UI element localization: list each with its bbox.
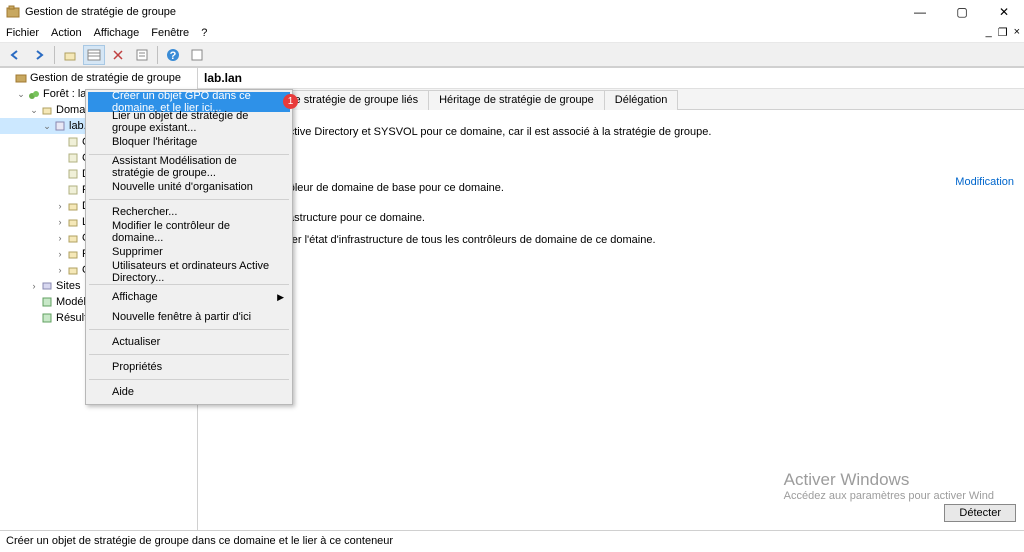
tab-delegation[interactable]: Délégation — [604, 90, 679, 110]
mdi-close[interactable]: × — [1014, 26, 1020, 39]
tab-strip: État Objets de stratégie de groupe liés … — [198, 89, 1024, 110]
menu-separator — [89, 284, 289, 285]
submenu-arrow-icon: ▶ — [277, 292, 284, 303]
tab-heritage[interactable]: Héritage de stratégie de groupe — [428, 90, 605, 110]
maximize-button[interactable]: ▢ — [948, 5, 976, 19]
context-menu-item[interactable]: Supprimer — [88, 242, 290, 262]
content-panel: lab.lan État Objets de stratégie de grou… — [198, 68, 1024, 530]
app-icon — [6, 5, 20, 19]
menu-action[interactable]: Action — [51, 27, 82, 39]
menu-separator — [89, 329, 289, 330]
context-menu-item[interactable]: Créer un objet GPO dans ce domaine, et l… — [88, 92, 290, 112]
menu-separator — [89, 379, 289, 380]
toolbar: ? — [0, 42, 1024, 67]
menu-affichage[interactable]: Affichage — [94, 27, 140, 39]
info-text: ecter pour collecter l'état d'infrastruc… — [208, 232, 1014, 248]
minimize-button[interactable]: — — [906, 5, 934, 19]
up-button[interactable] — [59, 45, 81, 65]
context-menu-item[interactable]: Propriétés — [88, 357, 290, 377]
mdi-restore[interactable]: ❐ — [998, 26, 1008, 39]
context-menu-item[interactable]: Nouvelle fenêtre à partir d'ici — [88, 307, 290, 327]
context-menu: Créer un objet GPO dans ce domaine, et l… — [85, 89, 293, 405]
context-menu-item[interactable]: Nouvelle unité d'organisation — [88, 177, 290, 197]
activation-watermark: Activer Windows Accédez aux paramètres p… — [784, 470, 994, 502]
titlebar: Gestion de stratégie de groupe — ▢ ✕ — [0, 0, 1024, 23]
menu-fenetre[interactable]: Fenêtre — [151, 27, 189, 39]
window-title: Gestion de stratégie de groupe — [25, 6, 906, 18]
detect-button[interactable]: Détecter — [944, 504, 1016, 522]
modification-link[interactable]: Modification — [955, 176, 1014, 188]
context-menu-item[interactable]: Actualiser — [88, 332, 290, 352]
context-menu-item[interactable]: Utilisateurs et ordinateurs Active Direc… — [88, 262, 290, 282]
forward-button[interactable] — [28, 45, 50, 65]
help-button[interactable]: ? — [162, 45, 184, 65]
refresh-button[interactable] — [186, 45, 208, 65]
info-text: o.lan est le contrôleur de domaine de ba… — [208, 180, 1014, 196]
mdi-controls: _ ❐ × — [986, 26, 1020, 39]
context-menu-item[interactable]: Affichage▶ — [88, 287, 290, 307]
menubar: Fichier Action Affichage Fenêtre ? _ ❐ × — [0, 23, 1024, 42]
close-button[interactable]: ✕ — [990, 5, 1018, 19]
show-tree-button[interactable] — [83, 45, 105, 65]
annotation-badge: 1 — [283, 94, 298, 109]
content-body: e la réplication Active Directory et SYS… — [198, 110, 1024, 530]
menu-separator — [89, 199, 289, 200]
back-button[interactable] — [4, 45, 26, 65]
menu-separator — [89, 354, 289, 355]
info-text: ation d'état d'infrastructure pour ce do… — [208, 210, 1014, 226]
context-menu-item[interactable]: Assistant Modélisation de stratégie de g… — [88, 157, 290, 177]
menu-help[interactable]: ? — [201, 27, 207, 39]
mdi-minimize[interactable]: _ — [986, 26, 992, 39]
delete-button[interactable] — [107, 45, 129, 65]
status-text: Créer un objet de stratégie de groupe da… — [6, 535, 393, 547]
properties-button[interactable] — [131, 45, 153, 65]
svg-text:?: ? — [170, 50, 177, 62]
context-menu-item[interactable]: Rechercher... — [88, 202, 290, 222]
content-header: lab.lan — [198, 68, 1024, 89]
context-menu-item[interactable]: Lier un objet de stratégie de groupe exi… — [88, 112, 290, 132]
tree-root[interactable]: Gestion de stratégie de groupe — [0, 70, 197, 86]
context-menu-item[interactable]: Aide — [88, 382, 290, 402]
info-text: e la réplication Active Directory et SYS… — [208, 124, 1014, 140]
context-menu-item[interactable]: Bloquer l'héritage — [88, 132, 290, 152]
menu-fichier[interactable]: Fichier — [6, 27, 39, 39]
status-bar: Créer un objet de stratégie de groupe da… — [0, 530, 1024, 550]
context-menu-item[interactable]: Modifier le contrôleur de domaine... — [88, 222, 290, 242]
